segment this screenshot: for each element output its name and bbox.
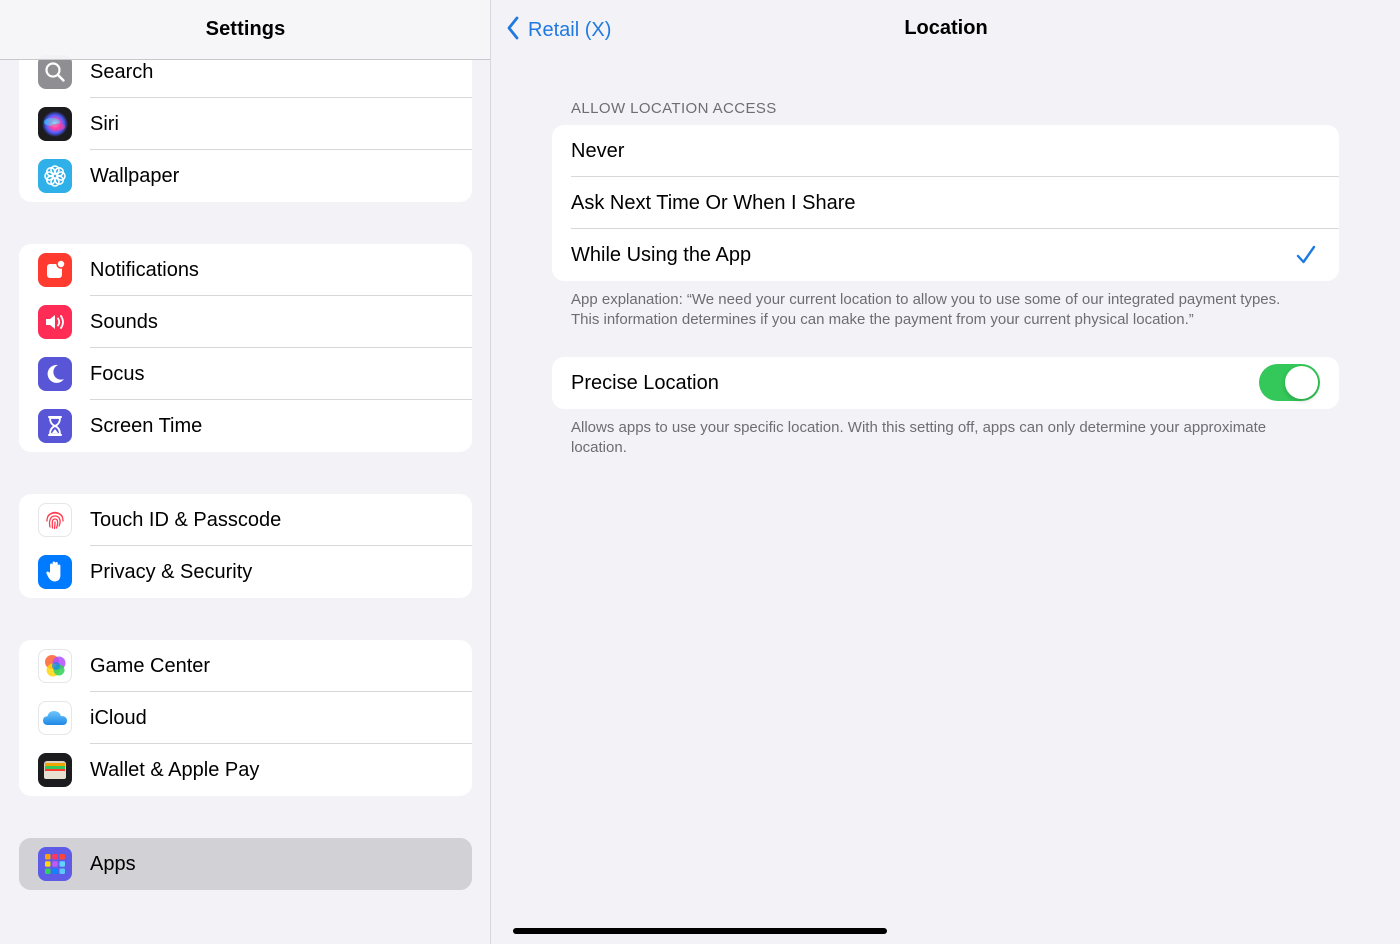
sidebar-item-label: Wallpaper: [90, 164, 180, 187]
privacy-icon: [38, 555, 72, 589]
sidebar-item-wallet[interactable]: Wallet & Apple Pay: [19, 744, 472, 796]
sidebar-item-game-center[interactable]: Game Center: [19, 640, 472, 692]
sidebar-item-label: Game Center: [90, 654, 211, 677]
sidebar-item-label: Screen Time: [90, 414, 203, 437]
sidebar-item-apps[interactable]: Apps: [19, 838, 472, 890]
precise-location-card: Precise Location: [552, 357, 1339, 409]
siri-icon: [38, 107, 72, 141]
apps-icon: [38, 847, 72, 881]
settings-group-security: Touch ID & Passcode Privacy & Security: [19, 494, 472, 598]
screen-time-icon: [38, 409, 72, 443]
option-ask-next-time[interactable]: Ask Next Time Or When I Share: [552, 177, 1339, 229]
option-while-using[interactable]: While Using the App: [552, 229, 1339, 281]
section-header: ALLOW LOCATION ACCESS: [571, 100, 777, 117]
game-center-icon: [38, 649, 72, 683]
sidebar-item-notifications[interactable]: Notifications: [19, 244, 472, 296]
wallpaper-icon: [38, 159, 72, 193]
settings-group-general: Search Siri Wallpaper: [19, 46, 472, 202]
home-indicator[interactable]: [513, 928, 887, 934]
precise-location-toggle[interactable]: [1259, 364, 1320, 401]
sidebar-item-label: Notifications: [90, 258, 199, 281]
option-label: While Using the App: [571, 243, 752, 266]
settings-group-services: Game Center iCloud Wallet & Apple Pay: [19, 640, 472, 796]
sidebar-title: Settings: [205, 18, 286, 40]
precise-location-row: Precise Location: [552, 357, 1339, 409]
option-label: Ask Next Time Or When I Share: [571, 191, 856, 214]
option-label: Never: [571, 139, 625, 162]
toggle-knob: [1285, 366, 1318, 399]
sidebar-item-touch-id[interactable]: Touch ID & Passcode: [19, 494, 472, 546]
sidebar-item-siri[interactable]: Siri: [19, 98, 472, 150]
page-title: Location: [904, 17, 988, 39]
detail-pane: Retail (X) Location ALLOW LOCATION ACCES…: [492, 0, 1400, 944]
sidebar-item-label: Focus: [90, 362, 145, 385]
location-access-options: Never Ask Next Time Or When I Share Whil…: [552, 125, 1339, 281]
sounds-icon: [38, 305, 72, 339]
sidebar-item-label: Touch ID & Passcode: [90, 508, 282, 531]
navigation-bar: Retail (X) Location: [492, 0, 1400, 60]
sidebar-item-label: Sounds: [90, 310, 158, 333]
sidebar-item-label: Privacy & Security: [90, 560, 253, 583]
sidebar-item-label: iCloud: [90, 706, 147, 729]
checkmark-icon: [1295, 244, 1317, 266]
icloud-icon: [38, 701, 72, 735]
focus-icon: [38, 357, 72, 391]
option-never[interactable]: Never: [552, 125, 1339, 177]
sidebar-item-privacy-security[interactable]: Privacy & Security: [19, 546, 472, 598]
sidebar-item-wallpaper[interactable]: Wallpaper: [19, 150, 472, 202]
sidebar-item-focus[interactable]: Focus: [19, 348, 472, 400]
sidebar-item-label: Apps: [90, 852, 136, 875]
sidebar: Settings Search Siri Wallpaper Notificat…: [0, 0, 491, 944]
sidebar-header: Settings: [0, 0, 490, 60]
notifications-icon: [38, 253, 72, 287]
sidebar-item-screen-time[interactable]: Screen Time: [19, 400, 472, 452]
sidebar-item-label: Search: [90, 60, 154, 83]
search-icon: [38, 55, 72, 89]
wallet-icon: [38, 753, 72, 787]
sidebar-item-label: Siri: [90, 112, 119, 135]
settings-group-notifications: Notifications Sounds Focus Screen Time: [19, 244, 472, 452]
sidebar-item-sounds[interactable]: Sounds: [19, 296, 472, 348]
sidebar-item-icloud[interactable]: iCloud: [19, 692, 472, 744]
precise-location-label: Precise Location: [571, 371, 719, 394]
touch-id-icon: [38, 503, 72, 537]
app-explanation: App explanation: “We need your current l…: [571, 291, 1281, 328]
settings-group-apps: Apps: [19, 838, 472, 890]
sidebar-item-label: Wallet & Apple Pay: [90, 758, 260, 781]
precise-location-footnote: Allows apps to use your specific locatio…: [571, 419, 1267, 456]
